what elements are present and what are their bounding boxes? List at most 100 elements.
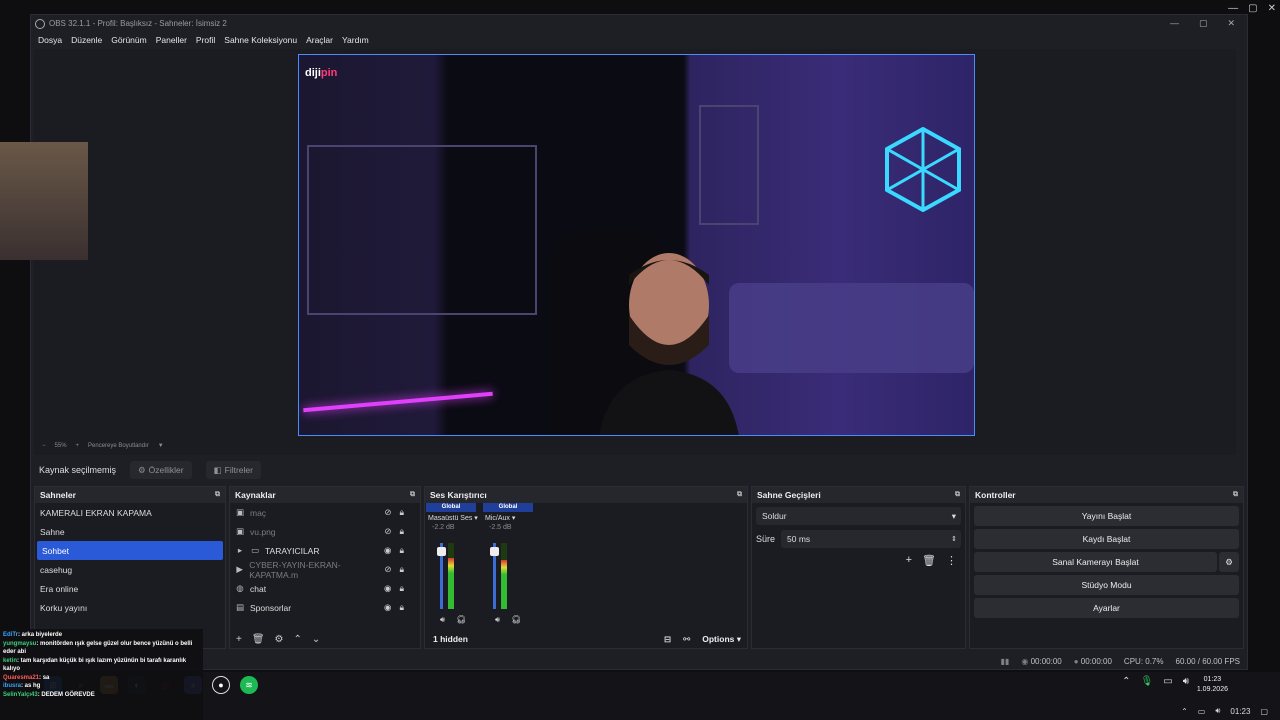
volume-slider[interactable] [490,543,499,609]
chat-message: yungmaysu: monitörden ışık gelse güzel o… [3,640,193,656]
start-recording-button[interactable]: Kaydı Başlat [974,529,1239,549]
layout-icon[interactable]: ⊟ [664,634,671,645]
network-icon[interactable]: ▭ [1198,707,1206,716]
volume-knob[interactable] [490,547,499,556]
menu-edit[interactable]: Düzenle [71,35,102,45]
minimize-icon[interactable]: — [1228,3,1238,14]
sponsor-logo: dijipin [305,67,338,79]
maximize-icon[interactable]: ▢ [1248,3,1257,14]
undock-icon[interactable]: ⧉ [955,491,960,499]
more-options-icon[interactable]: ⋮ [946,554,957,567]
scene-item-selected[interactable]: Sohbet [37,541,223,560]
notification-icon[interactable]: ▢ [1260,707,1268,716]
lock-icon[interactable]: 🔒︎ [399,545,404,556]
move-down-icon[interactable]: ⌄ [312,634,320,645]
scene-item[interactable]: Sahne [35,522,225,541]
fit-window-label[interactable]: Pencereye Boyutlandır [88,443,149,449]
undock-icon[interactable]: ⧉ [215,491,220,499]
channel-db: -2.5 dB [489,524,512,531]
undock-icon[interactable]: ⧉ [737,491,742,499]
program-preview[interactable]: dijipin [298,54,975,436]
trash-icon[interactable]: 🗑︎ [922,554,936,567]
gear-icon[interactable]: ⚙ [1219,552,1239,572]
move-up-icon[interactable]: ⌃ [294,634,302,645]
menu-docks[interactable]: Paneller [156,35,187,45]
properties-button[interactable]: ⚙ Özellikler [130,461,192,479]
trash-icon[interactable]: 🗑︎ [252,634,265,645]
close-button[interactable]: ✕ [1227,18,1235,29]
eye-hidden-icon[interactable]: ⊘ [384,507,391,518]
channel-name[interactable]: Mic/Aux ▾ [483,512,533,524]
volume-knob[interactable] [437,547,446,556]
options-button[interactable]: Options ▾ [702,634,741,645]
transition-select[interactable]: Soldur ▾ [756,507,961,525]
spotify-icon[interactable]: ≋ [240,676,258,694]
lock-icon[interactable]: 🔒︎ [399,564,404,575]
hexagon-lamp [885,127,961,212]
gear-icon[interactable]: ⚙ [275,634,284,645]
source-item[interactable]: ▸ ▭ TARAYICILAR ◉ 🔒︎ [230,541,420,560]
headphones-icon[interactable]: 🎧︎ [456,615,466,624]
eye-icon[interactable]: ◉ [384,583,391,594]
volume-icon[interactable]: 🔊︎ [1183,676,1189,687]
speaker-icon[interactable]: 🔊︎ [495,615,500,625]
start-virtual-camera-button[interactable]: Sanal Kamerayı Başlat [974,552,1217,572]
scene-item[interactable]: Era online [35,579,225,598]
obs-icon[interactable]: ● [212,676,230,694]
settings-button[interactable]: Ayarlar [974,598,1239,618]
scene-item[interactable]: KAMERALI EKRAN KAPAMA [35,503,225,522]
add-source-button[interactable]: + [236,634,242,645]
filters-button[interactable]: ◧ Filtreler [205,461,261,479]
eye-icon[interactable]: ◉ [384,545,391,556]
link-icon[interactable]: ⚯ [683,634,690,645]
preview-canvas[interactable]: dijipin − 55% + Pencereye Boyutlandır ▼ [34,49,1236,455]
tray-chevron-icon[interactable]: ⌃ [1181,707,1188,716]
lock-icon[interactable]: 🔒︎ [399,526,404,537]
chat-message: Quaresma21: sa [3,674,50,681]
hidden-count[interactable]: 1 hidden [433,634,468,644]
duration-input[interactable]: 50 ms ⇕ [781,530,961,548]
zoom-in-button[interactable]: + [76,443,80,449]
undock-icon[interactable]: ⧉ [1233,491,1238,499]
scene-list: KAMERALI EKRAN KAPAMA Sahne Sohbet caseh… [35,503,225,617]
headphones-icon[interactable]: 🎧︎ [511,615,521,624]
tray-chevron-icon[interactable]: ⌃ [1122,676,1130,687]
source-item[interactable]: ▣ vu.png ⊘ 🔒︎ [230,522,420,541]
maximize-button[interactable]: ▢ [1199,18,1208,29]
volume-slider[interactable] [437,543,446,609]
add-transition-button[interactable]: + [906,554,912,567]
clock-secondary[interactable]: 01:23 [1230,707,1250,716]
source-item[interactable]: ▣ maç ⊘ 🔒︎ [230,503,420,522]
channel-name[interactable]: Masaüstü Ses ▾ [426,512,478,524]
eye-icon[interactable]: ◉ [384,602,391,613]
eye-hidden-icon[interactable]: ⊘ [384,564,391,575]
clock[interactable]: 01:23 1.09.2026 [1197,675,1228,695]
close-icon[interactable]: ✕ [1268,3,1276,14]
menu-profile[interactable]: Profil [196,35,215,45]
chevron-down-icon[interactable]: ▼ [158,443,164,449]
scene-item[interactable]: casehug [35,560,225,579]
speaker-icon[interactable]: 🔊︎ [440,615,445,625]
source-item[interactable]: ◍ chat ◉ 🔒︎ [230,579,420,598]
scene-item[interactable]: Korku yayını [35,598,225,617]
menu-help[interactable]: Yardım [342,35,369,45]
menu-tools[interactable]: Araçlar [306,35,333,45]
mic-icon[interactable]: 🎙︎ [1141,676,1154,687]
menu-file[interactable]: Dosya [38,35,62,45]
menu-view[interactable]: Görünüm [111,35,146,45]
studio-mode-button[interactable]: Stüdyo Modu [974,575,1239,595]
lock-icon[interactable]: 🔒︎ [399,602,404,613]
zoom-out-button[interactable]: − [42,443,46,449]
source-item[interactable]: ▶ CYBER-YAYIN-EKRAN-KAPATMA.m ⊘ 🔒︎ [230,560,420,580]
level-fill [448,557,454,609]
volume-icon[interactable]: 🔊︎ [1215,706,1220,716]
minimize-button[interactable]: — [1170,18,1179,29]
source-item[interactable]: ▤ Sponsorlar ◉ 🔒︎ [230,598,420,617]
start-streaming-button[interactable]: Yayını Başlat [974,506,1239,526]
monitor-icon[interactable]: ▭ [1163,676,1172,687]
menu-scene-collection[interactable]: Sahne Koleksiyonu [224,35,297,45]
lock-icon[interactable]: 🔒︎ [399,583,404,594]
lock-icon[interactable]: 🔒︎ [399,507,404,518]
eye-hidden-icon[interactable]: ⊘ [384,526,391,537]
undock-icon[interactable]: ⧉ [410,491,415,499]
